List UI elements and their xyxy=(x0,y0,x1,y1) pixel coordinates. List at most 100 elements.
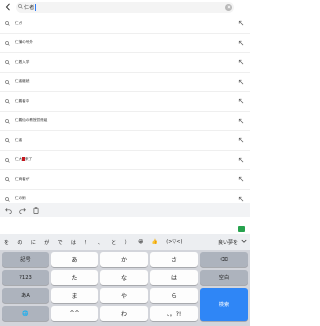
undo-icon[interactable] xyxy=(5,207,12,214)
punctuation-key[interactable]: 、。?! xyxy=(150,306,198,321)
chevron-down-icon[interactable] xyxy=(241,239,247,244)
search-key[interactable]: 検索 xyxy=(200,288,248,321)
key-ra[interactable]: ら xyxy=(150,288,198,303)
candidate-item[interactable]: を xyxy=(4,239,9,246)
suggestion-prefix: 仁義者中 xyxy=(15,98,30,103)
fill-arrow-icon[interactable] xyxy=(238,118,244,124)
key-a[interactable]: あ xyxy=(51,252,98,267)
magnifier-icon xyxy=(5,118,10,124)
candidate-item[interactable]: 良い夢を xyxy=(218,239,238,246)
clipboard-icon[interactable] xyxy=(33,206,39,214)
fill-arrow-icon[interactable] xyxy=(238,157,244,163)
magnifier-icon xyxy=(5,177,10,182)
key-ha[interactable]: は xyxy=(150,270,198,285)
suggestion-prefix: 仁の術 xyxy=(15,196,26,201)
text-caret xyxy=(35,3,37,11)
suggestion-row[interactable]: 仁者継続 xyxy=(0,73,250,92)
candidate-item[interactable]: は xyxy=(71,239,76,246)
search-query: 仁者 xyxy=(24,4,35,11)
suggestion-row[interactable]: 仁者 xyxy=(0,131,250,151)
candidate-item[interactable]: に xyxy=(31,239,36,246)
magnifier-icon xyxy=(5,79,10,85)
fill-arrow-icon[interactable] xyxy=(238,137,244,143)
fill-arrow-icon[interactable] xyxy=(238,196,244,202)
suggestion-prefix: 仁者 xyxy=(15,137,23,142)
suggestion-text: 仁者継続 xyxy=(15,79,29,84)
candidate-bar: を の に が で は ！ 、 と ） 😀 👍 (>▽<) 良い夢を xyxy=(0,234,250,250)
magnifier-icon xyxy=(5,21,10,26)
suggestion-text: 仁着入学 xyxy=(15,60,29,65)
suggestion-row[interactable]: 仁義仙の教授賞賛組 xyxy=(0,112,250,131)
suggestion-text: 仁ガ xyxy=(15,21,22,26)
key-sa[interactable]: さ xyxy=(150,252,198,267)
magnifier-icon xyxy=(5,60,10,65)
numbers-key[interactable]: ?123 xyxy=(2,270,49,285)
key-ka[interactable]: か xyxy=(100,252,148,267)
mode-toggle-key[interactable]: あA xyxy=(2,288,49,303)
fill-arrow-icon[interactable] xyxy=(238,98,244,104)
suggestion-row[interactable]: 仁ガ xyxy=(0,14,250,34)
redo-icon[interactable] xyxy=(19,207,26,214)
candidate-item[interactable]: ） xyxy=(125,239,130,246)
search-input[interactable]: 仁者 xyxy=(16,1,234,13)
suggestion-suffix: 来了 xyxy=(24,157,33,162)
suggestion-row[interactable]: 仁両者が xyxy=(0,170,250,190)
fill-arrow-icon[interactable] xyxy=(238,59,244,65)
suggestion-list: 仁ガ仁蒲の号外仁着入学仁者継続仁義者中仁義仙の教授賞賛組 仁者仁大▇来了仁両者が仁… xyxy=(0,14,250,209)
magnifier-icon xyxy=(5,157,10,163)
chevron-left-icon xyxy=(5,3,10,11)
key-ta[interactable]: た xyxy=(51,270,98,285)
fill-arrow-icon[interactable] xyxy=(238,79,244,85)
symbols-key[interactable]: 記号 xyxy=(2,252,49,267)
suggestion-text: 仁両者が xyxy=(15,177,29,182)
candidate-item[interactable]: 、 xyxy=(98,239,103,246)
magnifier-icon xyxy=(5,40,10,46)
candidate-item[interactable]: が xyxy=(44,239,49,246)
keyboard-app-badge xyxy=(238,226,245,232)
keyboard-toolbar xyxy=(0,203,250,217)
candidate-item[interactable]: 👍 xyxy=(152,239,158,245)
suggestion-text: 仁の術 xyxy=(15,196,26,201)
candidate-item[interactable]: と xyxy=(111,239,116,246)
suggestion-prefix: 仁義仙の教授賞賛組 xyxy=(15,118,48,123)
suggestion-prefix: 仁着入学 xyxy=(15,59,30,64)
suggestion-prefix: 仁両者が xyxy=(15,176,30,181)
suggestion-row[interactable]: 仁蒲の号外 xyxy=(0,34,250,53)
search-bar: 仁者 xyxy=(0,0,250,14)
fill-arrow-icon[interactable] xyxy=(238,40,244,46)
magnifier-icon xyxy=(5,99,10,104)
key-ma[interactable]: ま xyxy=(51,288,98,303)
space-key[interactable]: 空白 xyxy=(200,270,248,285)
globe-key[interactable]: 🌐 xyxy=(2,306,49,321)
suggestion-row[interactable]: 仁大▇来了 xyxy=(0,151,250,170)
suggestion-prefix: 仁ガ xyxy=(15,20,23,25)
candidate-item[interactable]: で xyxy=(58,239,63,246)
clear-button[interactable] xyxy=(225,3,232,11)
suggestion-row[interactable]: 仁着入学 xyxy=(0,53,250,73)
magnifier-icon xyxy=(5,196,10,202)
suggestion-prefix: 仁者継続 xyxy=(15,79,30,84)
suggestion-row[interactable]: 仁義者中 xyxy=(0,92,250,112)
suggestion-text: 仁義者中 xyxy=(15,99,29,104)
suggestion-text: 仁蒲の号外 xyxy=(15,40,33,45)
clear-circle-icon xyxy=(227,5,230,9)
suggestion-text: 仁大▇来了 xyxy=(15,157,32,162)
back-button[interactable] xyxy=(2,0,14,14)
magnifier-icon xyxy=(5,138,10,143)
fill-arrow-icon[interactable] xyxy=(238,176,244,182)
suggestion-prefix: 仁蒲の号外 xyxy=(15,40,33,45)
emoticon-key[interactable]: ^^ xyxy=(51,306,98,321)
backspace-key[interactable]: ⌫ xyxy=(200,252,248,267)
suggestion-text: 仁義仙の教授賞賛組 xyxy=(15,118,47,123)
key-na[interactable]: な xyxy=(100,270,148,285)
fill-arrow-icon[interactable] xyxy=(238,20,244,26)
keyboard: 記号あかさ ⌫ ?123 たなは空白あA まやら検索 🌐 ^^ わ、。?! xyxy=(0,250,250,326)
key-ya[interactable]: や xyxy=(100,288,148,303)
magnifier-icon xyxy=(18,3,23,9)
key-wa[interactable]: わ xyxy=(100,306,148,321)
candidate-item[interactable]: 😀 xyxy=(138,239,143,245)
candidate-item[interactable]: ！ xyxy=(84,239,89,246)
suggestion-text: 仁者 xyxy=(15,138,22,143)
candidate-item[interactable]: (>▽<) xyxy=(166,239,182,245)
candidate-item[interactable]: の xyxy=(17,239,22,246)
